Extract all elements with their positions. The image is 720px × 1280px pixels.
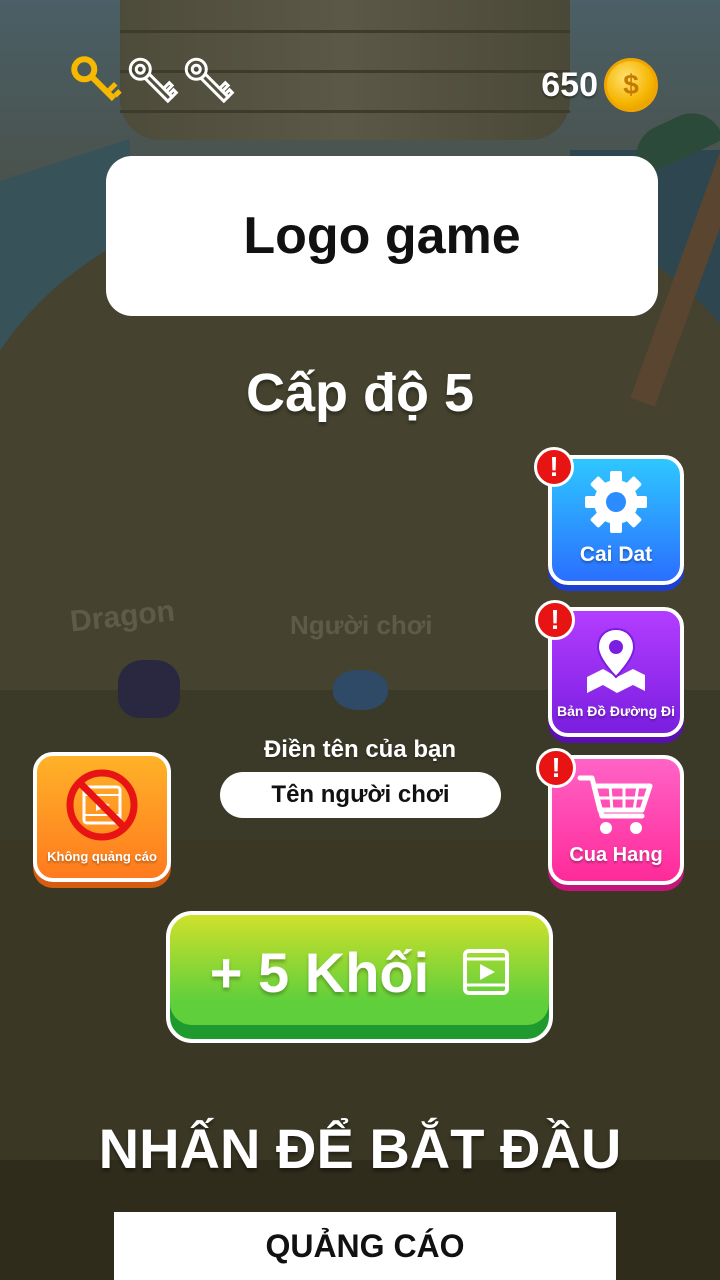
gear-icon [585, 471, 647, 533]
watch-ad-reward-button[interactable]: + 5 Khối [166, 911, 553, 1043]
key-icon [71, 56, 122, 102]
no-ads-button[interactable]: Không quảng cáo [33, 752, 171, 882]
wall-plank-line [120, 30, 570, 33]
name-entry-label: Điền tên của bạn [263, 736, 457, 763]
keys-counter [70, 52, 236, 112]
settings-alert-badge: ! [534, 447, 574, 487]
player-name-input[interactable] [220, 772, 501, 818]
level-indicator: Cấp độ 5 [245, 363, 475, 423]
ad-banner[interactable]: QUẢNG CÁO [114, 1212, 616, 1280]
coin-amount: 650 [541, 65, 598, 104]
coin-counter: 650 $ [541, 58, 658, 112]
game-logo: Logo game [106, 156, 658, 316]
ad-banner-text: QUẢNG CÁO [265, 1227, 465, 1264]
video-play-icon [463, 949, 510, 995]
key-icon [128, 57, 179, 104]
settings-label: Cai Dat [579, 543, 653, 566]
no-video-ad-icon [66, 769, 138, 841]
reward-label: + 5 Khối [209, 940, 430, 1004]
shopping-cart-icon [577, 775, 653, 834]
dollar-coin-icon: $ [604, 58, 658, 112]
opponent-character [118, 660, 180, 718]
map-pin-icon [587, 627, 645, 693]
no-ads-label: Không quảng cáo [47, 849, 157, 864]
map-label: Bản Đồ Đường Đi [556, 703, 676, 719]
shop-label: Cua Hang [569, 844, 663, 866]
player-character [333, 670, 388, 710]
logo-text: Logo game [243, 207, 521, 265]
map-alert-badge: ! [535, 600, 575, 640]
tap-to-start-text[interactable]: NHẤN ĐỂ BẮT ĐẦU [0, 1116, 720, 1181]
key-icon [184, 57, 235, 104]
player-name-tag: Người chơi [290, 610, 433, 640]
